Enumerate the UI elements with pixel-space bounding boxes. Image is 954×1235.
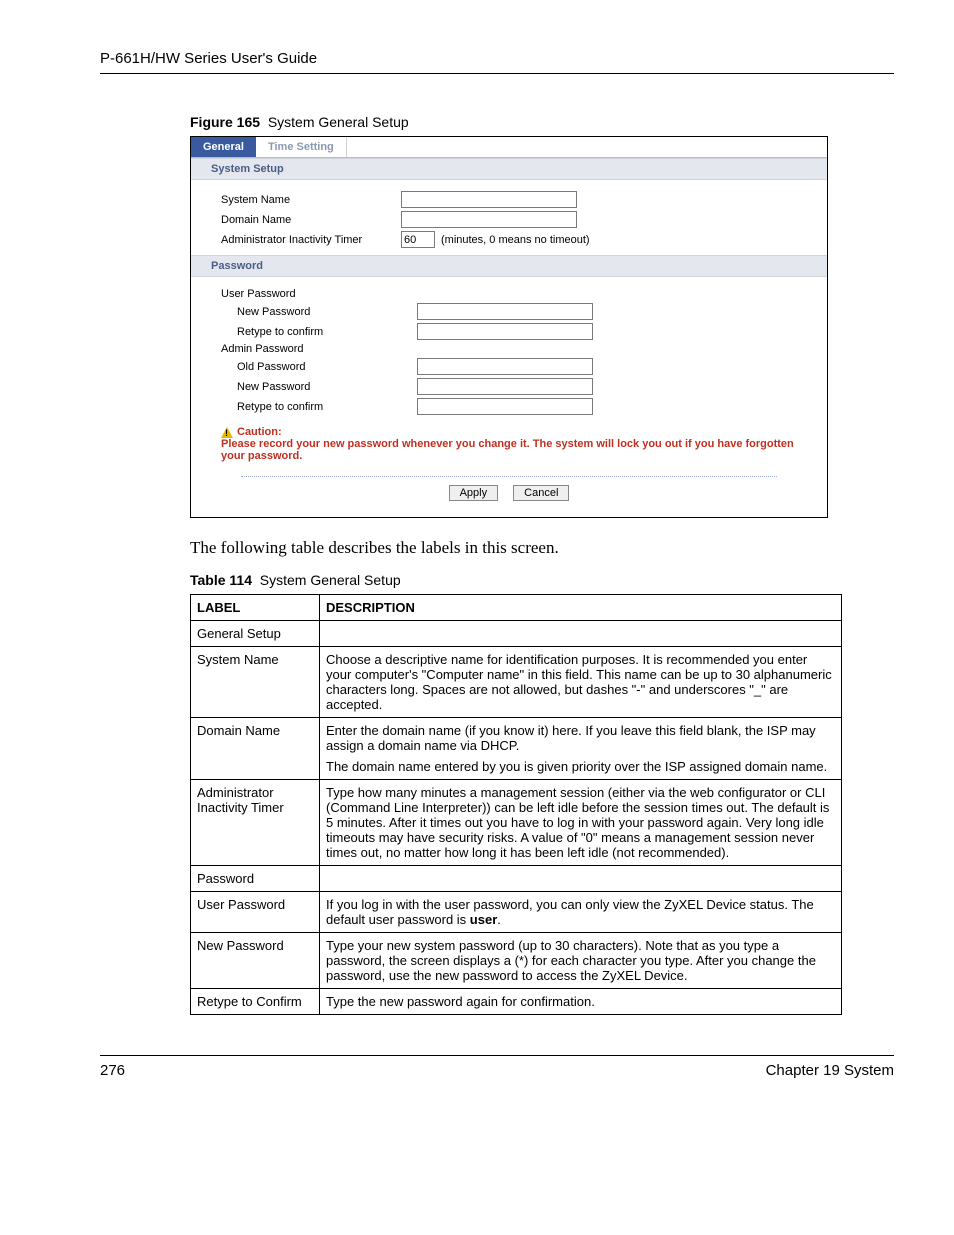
admin-timer-hint: (minutes, 0 means no timeout) — [441, 234, 590, 246]
apply-button[interactable]: Apply — [449, 485, 499, 501]
cell-label: Administrator Inactivity Timer — [191, 780, 320, 866]
figure-title: System General Setup — [268, 114, 409, 130]
figure-caption: Figure 165 System General Setup — [190, 114, 894, 130]
system-general-setup-panel: General Time Setting System Setup System… — [190, 136, 828, 518]
tab-time-setting[interactable]: Time Setting — [256, 137, 347, 157]
tab-general[interactable]: General — [191, 137, 256, 157]
user-retype-input[interactable] — [417, 323, 593, 340]
cell-label: System Name — [191, 647, 320, 718]
table-row: Password — [191, 866, 842, 892]
cell-desc: If you log in with the user password, yo… — [320, 892, 842, 933]
label-domain-name: Domain Name — [221, 214, 401, 226]
table-row: Domain Name Enter the domain name (if yo… — [191, 718, 842, 780]
system-name-input[interactable] — [401, 191, 577, 208]
doc-header: P-661H/HW Series User's Guide — [100, 50, 894, 74]
cell-desc: Enter the domain name (if you know it) h… — [320, 718, 842, 780]
intro-text: The following table describes the labels… — [190, 538, 894, 558]
domain-name-input[interactable] — [401, 211, 577, 228]
admin-retype-input[interactable] — [417, 398, 593, 415]
table-row: Retype to Confirm Type the new password … — [191, 989, 842, 1015]
label-admin-timer: Administrator Inactivity Timer — [221, 234, 401, 246]
table-row: New Password Type your new system passwo… — [191, 933, 842, 989]
cell-label: Password — [191, 866, 320, 892]
table-row: General Setup — [191, 621, 842, 647]
user-new-password-input[interactable] — [417, 303, 593, 320]
table-row: System Name Choose a descriptive name fo… — [191, 647, 842, 718]
cell-desc: Type the new password again for confirma… — [320, 989, 842, 1015]
cell-desc: Choose a descriptive name for identifica… — [320, 647, 842, 718]
button-row: Apply Cancel — [241, 476, 777, 517]
page-number: 276 — [100, 1062, 125, 1079]
cell-label: User Password — [191, 892, 320, 933]
label-system-name: System Name — [221, 194, 401, 206]
table-title: System General Setup — [260, 572, 401, 588]
tab-bar: General Time Setting — [191, 137, 827, 158]
warning-icon — [221, 427, 233, 438]
table-row: Administrator Inactivity Timer Type how … — [191, 780, 842, 866]
cell-desc: Type your new system password (up to 30 … — [320, 933, 842, 989]
chapter-label: Chapter 19 System — [766, 1062, 894, 1079]
section-password: Password — [191, 255, 827, 277]
cell-label: Domain Name — [191, 718, 320, 780]
cell-desc — [320, 866, 842, 892]
figure-number: Figure 165 — [190, 114, 260, 130]
section-system-setup: System Setup — [191, 158, 827, 180]
description-table: LABEL DESCRIPTION General Setup System N… — [190, 594, 842, 1015]
caution-label: Caution: — [237, 426, 282, 438]
cancel-button[interactable]: Cancel — [513, 485, 569, 501]
label-admin-new-password: New Password — [221, 381, 417, 393]
cell-label: Retype to Confirm — [191, 989, 320, 1015]
page-footer: 276 Chapter 19 System — [100, 1055, 894, 1079]
admin-new-password-input[interactable] — [417, 378, 593, 395]
caution-block: Caution: Please record your new password… — [191, 422, 827, 470]
cell-label: New Password — [191, 933, 320, 989]
cell-label: General Setup — [191, 621, 320, 647]
th-label: LABEL — [191, 595, 320, 621]
label-user-password: User Password — [221, 288, 401, 300]
table-row: User Password If you log in with the use… — [191, 892, 842, 933]
table-number: Table 114 — [190, 572, 252, 588]
admin-timer-input[interactable] — [401, 231, 435, 248]
label-admin-password: Admin Password — [221, 343, 401, 355]
label-user-new-password: New Password — [221, 306, 417, 318]
cell-desc: Type how many minutes a management sessi… — [320, 780, 842, 866]
label-user-retype: Retype to confirm — [221, 326, 417, 338]
caution-text: Please record your new password whenever… — [221, 438, 807, 462]
th-description: DESCRIPTION — [320, 595, 842, 621]
admin-old-password-input[interactable] — [417, 358, 593, 375]
table-caption: Table 114 System General Setup — [190, 572, 894, 588]
cell-desc — [320, 621, 842, 647]
label-admin-old-password: Old Password — [221, 361, 417, 373]
label-admin-retype: Retype to confirm — [221, 401, 417, 413]
